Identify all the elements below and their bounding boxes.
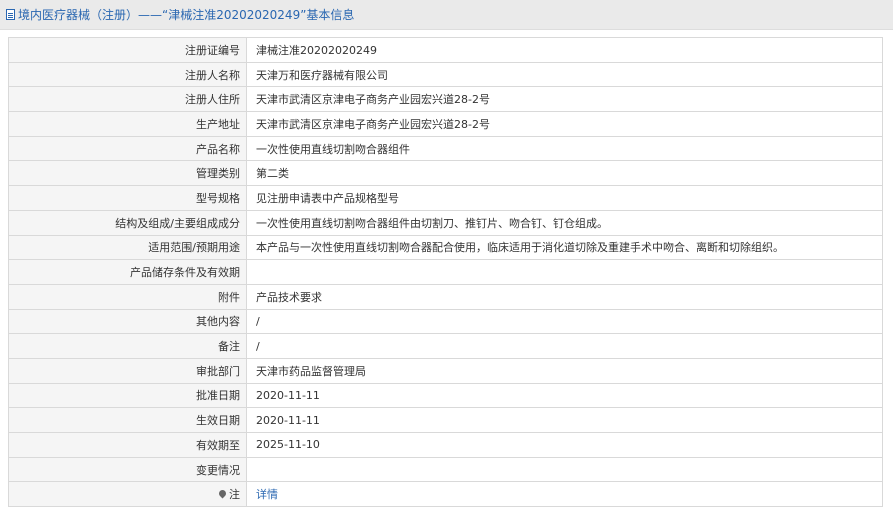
note-row: 注 详情	[8, 481, 883, 508]
row-label: 批准日期	[8, 383, 247, 409]
row-label: 其他内容	[8, 309, 247, 335]
row-label: 有效期至	[8, 432, 247, 458]
note-label-cell: 注	[8, 481, 247, 508]
row-label: 管理类别	[8, 160, 247, 187]
row-label: 生产地址	[8, 111, 247, 137]
row-value: /	[246, 333, 883, 359]
row-value: 2020-11-11	[246, 383, 883, 409]
row-label: 注册人住所	[8, 86, 247, 113]
row-value: 一次性使用直线切割吻合器组件由切割刀、推钉片、吻合钉、钉仓组成。	[246, 210, 883, 236]
row-label: 注册证编号	[8, 37, 247, 63]
table-row: 其他内容 /	[8, 309, 883, 335]
row-value: 天津市武清区京津电子商务产业园宏兴道28-2号	[246, 86, 883, 113]
table-row: 结构及组成/主要组成成分 一次性使用直线切割吻合器组件由切割刀、推钉片、吻合钉、…	[8, 210, 883, 236]
table-row: 型号规格 见注册申请表中产品规格型号	[8, 185, 883, 211]
table-row: 产品储存条件及有效期	[8, 259, 883, 285]
table-row: 注册人名称 天津万和医疗器械有限公司	[8, 62, 883, 88]
table-row: 生效日期 2020-11-11	[8, 407, 883, 433]
row-label: 附件	[8, 284, 247, 310]
row-value: 第二类	[246, 160, 883, 187]
row-value: 一次性使用直线切割吻合器组件	[246, 136, 883, 162]
page-header: 境内医疗器械（注册）——“津械注准20202020249”基本信息	[0, 0, 893, 30]
detail-table: 注册证编号 津械注准20202020249 注册人名称 天津万和医疗器械有限公司…	[8, 37, 883, 508]
row-label: 审批部门	[8, 358, 247, 384]
row-label: 型号规格	[8, 185, 247, 211]
details-link[interactable]: 详情	[256, 488, 278, 501]
table-row: 生产地址 天津市武清区京津电子商务产业园宏兴道28-2号	[8, 111, 883, 137]
row-label: 注册人名称	[8, 62, 247, 88]
row-label: 适用范围/预期用途	[8, 235, 247, 261]
table-row: 审批部门 天津市药品监督管理局	[8, 358, 883, 384]
table-row: 批准日期 2020-11-11	[8, 383, 883, 409]
table-row: 注册证编号 津械注准20202020249	[8, 37, 883, 63]
table-row: 备注 /	[8, 333, 883, 359]
row-value: 天津市武清区京津电子商务产业园宏兴道28-2号	[246, 111, 883, 137]
row-value: 产品技术要求	[246, 284, 883, 310]
row-value: 天津万和医疗器械有限公司	[246, 62, 883, 88]
note-value-cell: 详情	[246, 481, 883, 508]
table-row: 注册人住所 天津市武清区京津电子商务产业园宏兴道28-2号	[8, 86, 883, 113]
row-value: 2025-11-10	[246, 432, 883, 458]
row-value	[246, 259, 883, 285]
row-value: /	[246, 309, 883, 335]
table-row: 有效期至 2025-11-10	[8, 432, 883, 458]
table-row: 变更情况	[8, 457, 883, 483]
note-label: 注	[229, 488, 240, 502]
page-title: 境内医疗器械（注册）——“津械注准20202020249”基本信息	[18, 8, 355, 22]
table-row: 管理类别 第二类	[8, 160, 883, 187]
table-row: 适用范围/预期用途 本产品与一次性使用直线切割吻合器配合使用，临床适用于消化道切…	[8, 235, 883, 261]
document-icon	[6, 9, 15, 20]
row-label: 产品名称	[8, 136, 247, 162]
row-label: 产品储存条件及有效期	[8, 259, 247, 285]
row-label: 结构及组成/主要组成成分	[8, 210, 247, 236]
row-value: 本产品与一次性使用直线切割吻合器配合使用，临床适用于消化道切除及重建手术中吻合、…	[246, 235, 883, 261]
row-value: 见注册申请表中产品规格型号	[246, 185, 883, 211]
table-row: 产品名称 一次性使用直线切割吻合器组件	[8, 136, 883, 162]
row-label: 变更情况	[8, 457, 247, 483]
row-value: 2020-11-11	[246, 407, 883, 433]
row-value: 津械注准20202020249	[246, 37, 883, 63]
row-label: 备注	[8, 333, 247, 359]
table-row: 附件 产品技术要求	[8, 284, 883, 310]
row-label: 生效日期	[8, 407, 247, 433]
pin-icon	[217, 488, 228, 499]
row-value	[246, 457, 883, 483]
row-value: 天津市药品监督管理局	[246, 358, 883, 384]
